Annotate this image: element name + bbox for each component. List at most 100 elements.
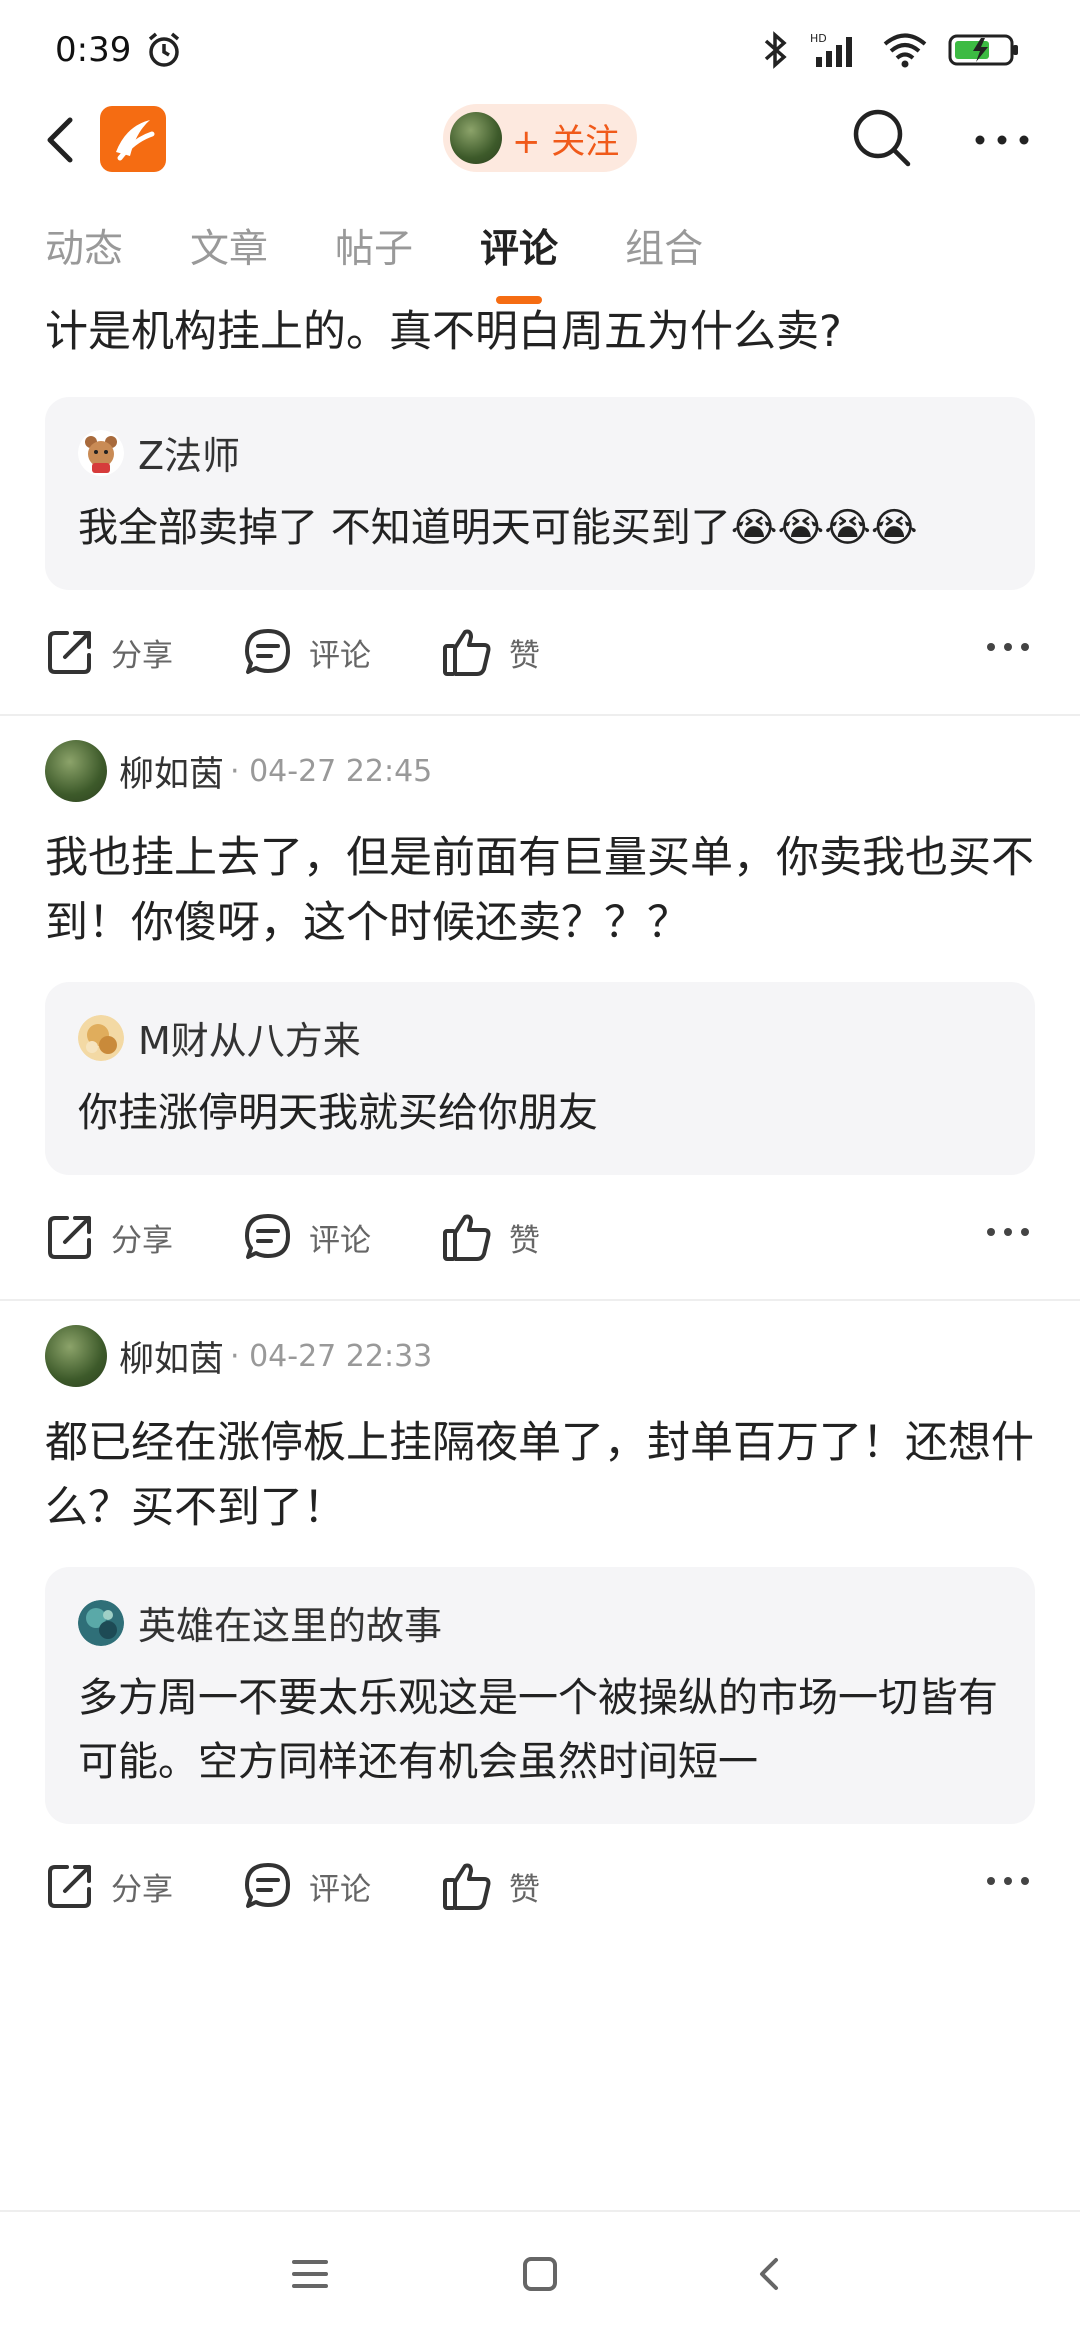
comment-text: 都已经在涨停板上挂隔夜单了，封单百万了！还想什么？买不到了！ bbox=[45, 1418, 1034, 1533]
back-triangle-icon bbox=[760, 2258, 778, 2290]
tab-bar: 动态 文章 帖子 评论 组合 bbox=[0, 218, 1080, 304]
status-bar: 0:39 HD bbox=[0, 0, 1080, 100]
signal-icon: HD bbox=[810, 32, 852, 67]
back-button[interactable] bbox=[40, 110, 80, 170]
like-label: 赞 bbox=[509, 1222, 540, 1259]
share-label: 分享 bbox=[111, 637, 173, 674]
comment-icon bbox=[245, 1214, 290, 1259]
action-bar: 分享 评论 赞 bbox=[0, 1175, 1080, 1299]
wifi-icon bbox=[883, 33, 927, 68]
share-button[interactable]: 分享 bbox=[45, 1212, 173, 1262]
crying-emoji-icon: 😭😭😭😭 bbox=[730, 505, 918, 551]
more-horizontal-icon bbox=[975, 135, 1029, 145]
chevron-left-icon bbox=[47, 117, 73, 163]
share-label: 分享 bbox=[111, 1222, 173, 1259]
quote-text-body: 我全部卖掉了 不知道明天可能买到了 bbox=[78, 505, 731, 551]
comment-button[interactable]: 评论 bbox=[243, 627, 371, 677]
comment-item: 买不到了，我还想再买点。但前面已有巨量封单，估计是机构挂上的。真不明白周五为什么… bbox=[0, 295, 1080, 714]
like-label: 赞 bbox=[509, 1871, 540, 1908]
bluetooth-icon bbox=[764, 31, 787, 69]
nav-bar: + 关注 bbox=[0, 100, 1080, 180]
author-row: 柳如茵 · 04-27 22:33 bbox=[0, 1301, 1080, 1411]
tab-portfolio[interactable]: 组合 bbox=[625, 218, 703, 288]
quote-text: 我全部卖掉了 不知道明天可能买到了😭😭😭😭 bbox=[78, 496, 1002, 560]
comment-item: 柳如茵 · 04-27 22:33 都已经在涨停板上挂隔夜单了，封单百万了！还想… bbox=[0, 1301, 1080, 1948]
share-button[interactable]: 分享 bbox=[45, 627, 173, 677]
comment-text: 我也挂上去了，但是前面有巨量买单，你卖我也买不到！你傻呀，这个时候还卖？？？ bbox=[45, 833, 1034, 948]
comment-feed: 买不到了，我还想再买点。但前面已有巨量封单，估计是机构挂上的。真不明白周五为什么… bbox=[0, 295, 1080, 2195]
quote-author[interactable]: 英雄在这里的故事 bbox=[138, 1595, 442, 1650]
share-label: 分享 bbox=[111, 1871, 173, 1908]
tab-dynamics[interactable]: 动态 bbox=[45, 218, 123, 288]
share-icon bbox=[48, 1865, 91, 1908]
app-logo[interactable] bbox=[100, 106, 166, 172]
tab-posts[interactable]: 帖子 bbox=[335, 218, 413, 288]
like-button[interactable]: 赞 bbox=[441, 1860, 540, 1912]
more-options-button[interactable] bbox=[986, 638, 1030, 657]
system-back-button[interactable] bbox=[750, 2254, 790, 2298]
comment-label: 评论 bbox=[309, 1222, 371, 1259]
home-button[interactable] bbox=[520, 2254, 560, 2298]
alarm-icon bbox=[149, 32, 180, 67]
like-button[interactable]: 赞 bbox=[441, 626, 540, 678]
action-bar: 分享 评论 赞 bbox=[0, 1824, 1080, 1948]
more-horizontal-icon bbox=[987, 1877, 1029, 1885]
home-square-icon bbox=[523, 2257, 557, 2291]
app-logo-icon bbox=[116, 120, 155, 161]
comment-text: 买不到了，我还想再买点。但前面已有巨量封单，估计是机构挂上的。真不明白周五为什么… bbox=[45, 307, 842, 357]
author-row: 柳如茵 · 04-27 22:45 bbox=[0, 716, 1080, 826]
search-icon bbox=[853, 109, 911, 167]
tab-comments-label: 评论 bbox=[480, 227, 559, 272]
status-right: HD bbox=[760, 30, 1020, 70]
author-name[interactable]: 柳如茵 bbox=[119, 746, 224, 797]
quote-header: 英雄在这里的故事 bbox=[78, 1595, 1002, 1650]
quote-author[interactable]: Z法师 bbox=[138, 425, 240, 480]
comment-icon bbox=[245, 629, 290, 674]
action-bar: 分享 评论 赞 bbox=[0, 590, 1080, 714]
quote-text: 多方周一不要太乐观这是一个被操纵的市场一切皆有可能。空方同样还有机会虽然时间短一 bbox=[78, 1675, 998, 1785]
like-button[interactable]: 赞 bbox=[441, 1211, 540, 1263]
comment-time: · 04-27 22:33 bbox=[230, 1338, 433, 1374]
avatar bbox=[78, 1599, 124, 1646]
quote-header: Z法师 bbox=[78, 425, 1002, 480]
share-icon bbox=[48, 631, 91, 674]
recent-apps-button[interactable] bbox=[290, 2256, 330, 2296]
search-button[interactable] bbox=[850, 106, 914, 170]
comment-item: 柳如茵 · 04-27 22:45 我也挂上去了，但是前面有巨量买单，你卖我也买… bbox=[0, 716, 1080, 1299]
thumbs-up-icon bbox=[443, 1863, 491, 1910]
avatar bbox=[450, 112, 502, 164]
share-icon bbox=[48, 1216, 91, 1259]
comment-button[interactable]: 评论 bbox=[243, 1861, 371, 1911]
comment-icon bbox=[245, 1863, 290, 1908]
quoted-comment[interactable]: Z法师 我全部卖掉了 不知道明天可能买到了😭😭😭😭 bbox=[45, 397, 1035, 590]
avatar[interactable] bbox=[45, 1325, 107, 1387]
quoted-comment[interactable]: 英雄在这里的故事 多方周一不要太乐观这是一个被操纵的市场一切皆有可能。空方同样还… bbox=[45, 1567, 1035, 1824]
like-label: 赞 bbox=[509, 637, 540, 674]
comment-label: 评论 bbox=[309, 637, 371, 674]
tab-articles[interactable]: 文章 bbox=[190, 218, 268, 288]
thumbs-up-icon bbox=[443, 629, 491, 676]
comment-button[interactable]: 评论 bbox=[243, 1212, 371, 1262]
svg-text:HD: HD bbox=[810, 32, 827, 45]
more-horizontal-icon bbox=[987, 643, 1029, 651]
avatar bbox=[78, 1014, 124, 1061]
more-options-button[interactable] bbox=[986, 1223, 1030, 1242]
status-left: 0:39 bbox=[55, 30, 183, 70]
follow-button[interactable]: + 关注 bbox=[443, 104, 637, 172]
menu-icon bbox=[292, 2260, 328, 2288]
share-button[interactable]: 分享 bbox=[45, 1861, 173, 1911]
author-name[interactable]: 柳如茵 bbox=[119, 1331, 224, 1382]
quote-text: 你挂涨停明天我就买给你朋友 bbox=[78, 1090, 598, 1136]
avatar[interactable] bbox=[45, 740, 107, 802]
quoted-comment[interactable]: M财从八方来 你挂涨停明天我就买给你朋友 bbox=[45, 982, 1035, 1175]
comment-label: 评论 bbox=[309, 1871, 371, 1908]
more-button[interactable] bbox=[972, 122, 1032, 158]
more-horizontal-icon bbox=[987, 1228, 1029, 1236]
more-options-button[interactable] bbox=[986, 1872, 1030, 1891]
comment-time: · 04-27 22:45 bbox=[230, 753, 433, 789]
avatar bbox=[78, 429, 124, 476]
quote-header: M财从八方来 bbox=[78, 1010, 1002, 1065]
tab-comments[interactable]: 评论 bbox=[480, 218, 559, 304]
system-nav-bar bbox=[0, 2210, 1080, 2340]
quote-author[interactable]: M财从八方来 bbox=[138, 1010, 361, 1065]
